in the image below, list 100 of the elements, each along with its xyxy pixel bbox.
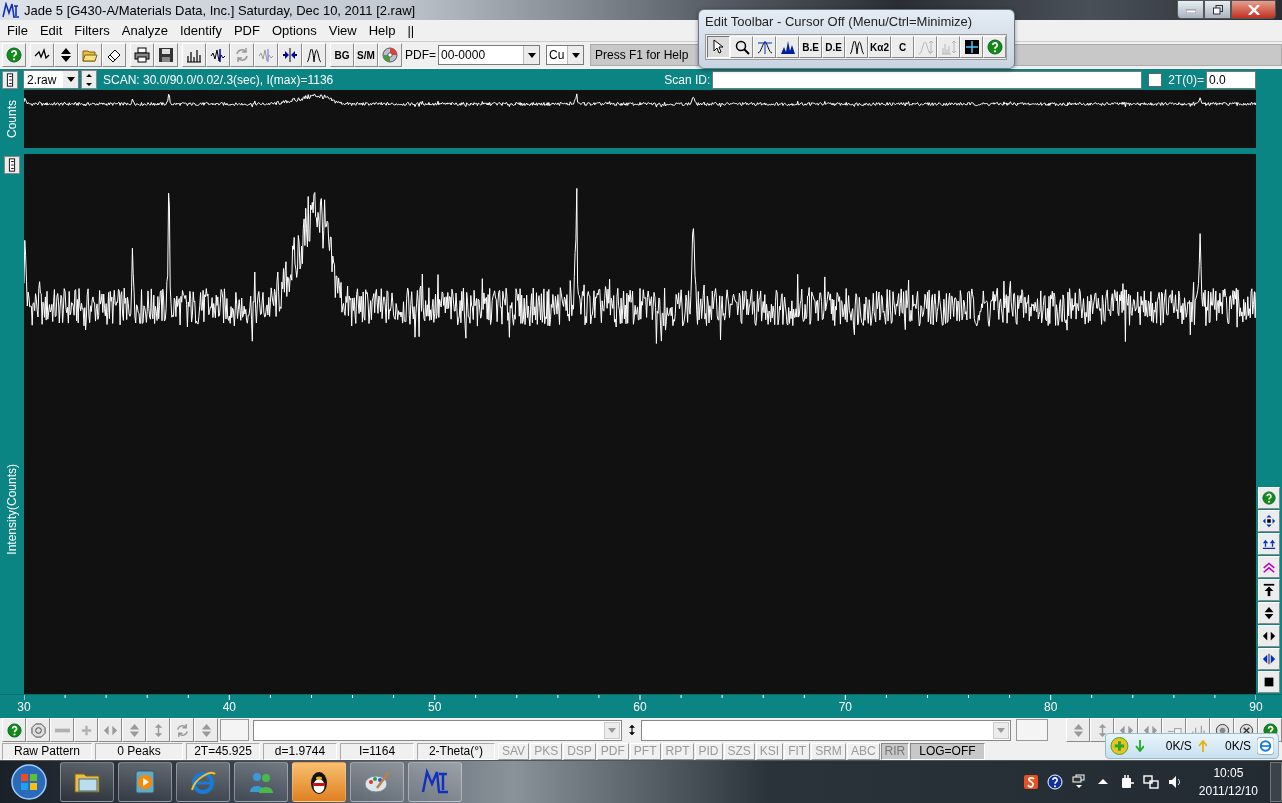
axis-tick-label: 50	[428, 700, 442, 714]
left-right-arrows-icon	[1262, 652, 1276, 666]
help-icon	[986, 39, 1003, 55]
axis-tick-label: 30	[17, 700, 31, 714]
help-icon	[6, 722, 22, 738]
spinner[interactable]	[81, 70, 97, 89]
caret-icon	[607, 727, 616, 733]
toolbar-button[interactable]	[130, 43, 154, 67]
close-button[interactable]	[1231, 0, 1276, 19]
tool-button[interactable]: C	[891, 36, 914, 58]
upload-speed: 0K/S	[1224, 739, 1251, 753]
clock-date: 2011/12/10	[1198, 784, 1258, 798]
menu-item[interactable]: ||	[401, 23, 421, 38]
plus-circle-icon[interactable]	[1110, 736, 1129, 756]
save-icon	[158, 47, 174, 63]
panel-menu-button[interactable]	[4, 156, 20, 174]
inward-arrows-icon	[282, 47, 298, 63]
toolbar-button[interactable]	[278, 43, 302, 67]
restore-button[interactable]	[1204, 0, 1231, 19]
axis-tick-label: 80	[1044, 700, 1058, 714]
download-arrow-icon	[1134, 740, 1145, 752]
toolbar-button[interactable]	[54, 43, 78, 67]
menu-item[interactable]: Analyze	[115, 23, 174, 38]
taskbar-app[interactable]	[292, 762, 346, 802]
side-tool-button[interactable]	[1258, 648, 1280, 670]
tray-app-icon[interactable]	[1022, 774, 1039, 790]
tool-button[interactable]: B.E	[799, 36, 822, 58]
download-speed: 0K/S	[1164, 739, 1192, 753]
side-tool-button[interactable]	[1258, 533, 1280, 555]
toolbar-button[interactable]	[206, 43, 230, 67]
file-dropdown[interactable]: 2.raw	[23, 70, 79, 89]
side-tool-button[interactable]	[1258, 671, 1280, 693]
menu-item[interactable]: Filters	[68, 23, 116, 38]
status-toggle[interactable]: LOG=OFF	[910, 742, 985, 760]
taskbar-app[interactable]	[60, 762, 114, 802]
peak-arrows-icon	[917, 39, 934, 55]
twin-peaks-icon	[306, 47, 322, 63]
arrow-to-top-icon	[1262, 583, 1276, 597]
window-title: Jade 5 [G430-A/Materials Data, Inc.] Saturday, Dec 10, 2011 [2.raw]	[24, 2, 416, 18]
grid-icon	[963, 39, 980, 55]
side-tool-button[interactable]	[1258, 510, 1280, 532]
tool-button[interactable]	[707, 36, 730, 58]
minimize-button[interactable]	[1177, 0, 1204, 19]
dropdown-field[interactable]	[252, 719, 622, 741]
axis-label: Intensity(Counts)	[5, 463, 19, 555]
axis-tick-label: 70	[838, 700, 852, 714]
speaker-icon[interactable]	[1166, 774, 1183, 790]
caret-icon	[527, 52, 536, 58]
scan-id-field[interactable]	[712, 70, 1143, 89]
axis-label: Counts	[5, 100, 19, 138]
printer-icon	[134, 47, 150, 63]
menu-item[interactable]: Identify	[174, 23, 228, 38]
help-icon[interactable]	[1046, 774, 1063, 790]
search-icon	[733, 39, 750, 55]
toolbar-button[interactable]	[302, 43, 326, 67]
menu-item[interactable]: PDF	[227, 23, 266, 38]
pdf-number-field[interactable]: 00-0000	[438, 45, 540, 65]
toolbar-button[interactable]: S/M	[354, 43, 378, 67]
toolbar-button[interactable]	[102, 43, 126, 67]
toolbar-button[interactable]: BG	[330, 43, 354, 67]
radiation-dropdown[interactable]: Cu	[546, 45, 584, 65]
offset-field[interactable]: 0.0	[1206, 70, 1256, 89]
offset-checkbox[interactable]	[1148, 72, 1163, 87]
blank-button[interactable]	[220, 719, 249, 741]
blank-button[interactable]	[1015, 719, 1048, 741]
bars-arrows-icon	[940, 39, 957, 55]
peak-marker-icon	[756, 39, 773, 55]
spinner-arrows-icon	[85, 72, 93, 87]
twin-peaks-icon	[848, 39, 865, 55]
refresh-icon	[174, 722, 190, 738]
side-tool-button[interactable]	[1258, 625, 1280, 647]
side-tool-button[interactable]	[1258, 602, 1280, 624]
menu-item[interactable]: View	[322, 23, 363, 38]
scan-info: SCAN: 30.0/90.0/0.02/.3(sec), I(max)=1136	[103, 72, 334, 87]
disc-icon	[382, 47, 398, 63]
tool-button[interactable]: D.E	[822, 36, 845, 58]
panel-menu-button[interactable]	[2, 70, 18, 89]
up-down-arrows-icon	[1262, 606, 1276, 620]
waveform-icon	[258, 47, 274, 63]
menu-item[interactable]: Help	[362, 23, 402, 38]
menu-item[interactable]: Edit	[33, 23, 69, 38]
caret-icon	[571, 52, 580, 58]
toolbar-button[interactable]	[154, 43, 178, 67]
browser-icon[interactable]	[1257, 737, 1274, 755]
toolbar-button[interactable]	[30, 43, 54, 67]
help-icon	[6, 47, 22, 63]
network-icon[interactable]	[1142, 774, 1159, 790]
menu-item[interactable]: File	[1, 23, 34, 38]
upload-arrow-icon	[1197, 740, 1208, 752]
octagon-icon	[30, 722, 46, 738]
menu-item[interactable]: Options	[265, 23, 323, 38]
pdf-label: PDF=	[405, 48, 436, 62]
status-field: 2T=45.925	[186, 742, 260, 760]
refresh-icon	[234, 47, 250, 63]
side-tool-button[interactable]	[1258, 579, 1280, 601]
tool-button[interactable]: Kα2	[868, 36, 891, 58]
toolbar-button[interactable]	[182, 43, 206, 67]
start-orb-icon	[10, 763, 48, 801]
windows-icon[interactable]	[1070, 774, 1087, 790]
dropdown-field[interactable]	[641, 719, 1011, 741]
